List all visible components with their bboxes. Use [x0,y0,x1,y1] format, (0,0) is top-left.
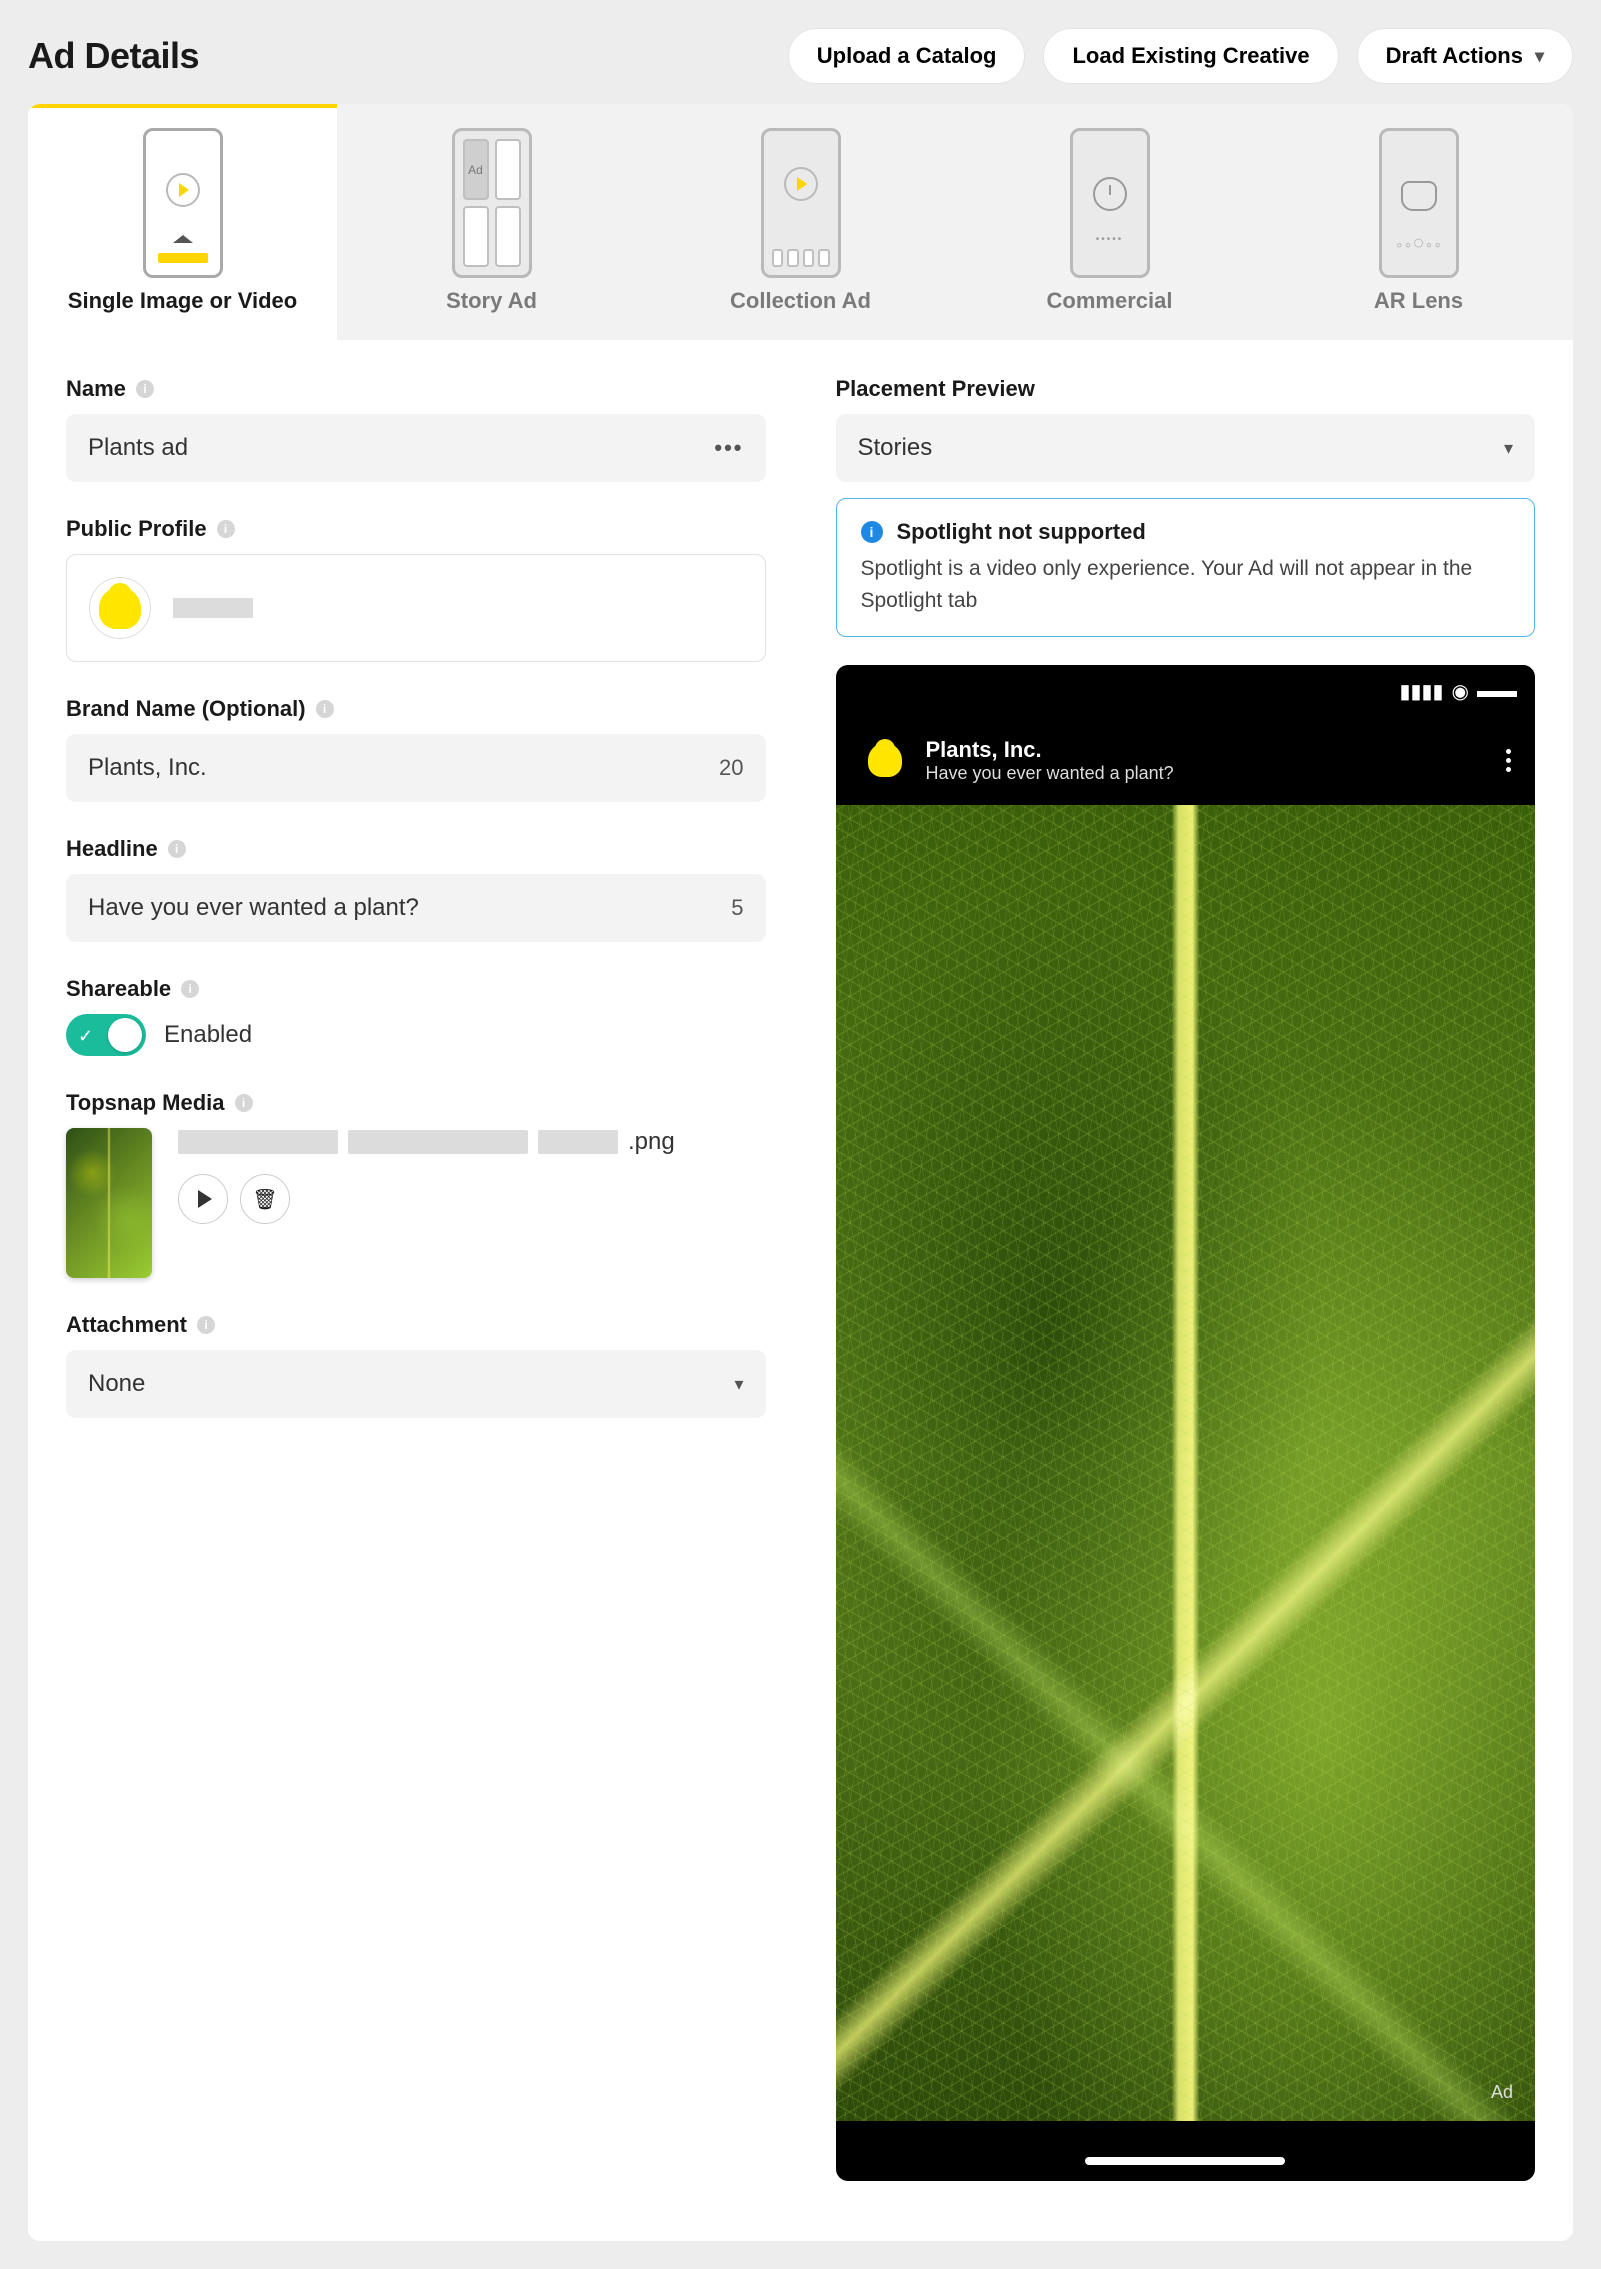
tab-commercial[interactable]: ••••• Commercial [955,104,1264,340]
info-icon[interactable]: i [316,700,334,718]
delete-media-button[interactable] [240,1174,290,1224]
attachment-value: None [88,1370,145,1398]
public-profile-label: Public Profile [66,516,207,542]
tab-label: Story Ad [347,288,636,314]
avatar [89,577,151,639]
attachment-select[interactable]: None ▾ [66,1350,766,1418]
draft-actions-label: Draft Actions [1386,43,1523,69]
media-thumbnail[interactable] [66,1128,152,1278]
preview-media [836,805,1536,2121]
name-value: Plants ad [88,434,188,462]
brand-name-value: Plants, Inc. [88,754,207,782]
info-icon[interactable]: i [235,1094,253,1112]
info-icon[interactable]: i [197,1316,215,1334]
shareable-toggle[interactable]: ✓ [66,1014,146,1056]
headline-label: Headline [66,836,158,862]
more-icon[interactable]: ••• [714,435,743,461]
ar-lens-icon: ◄ ► ∘∘○∘∘ [1379,128,1459,278]
preview-brand: Plants, Inc. [926,737,1491,763]
preview-avatar [860,735,910,785]
tab-label: AR Lens [1274,288,1563,314]
info-icon[interactable]: i [136,380,154,398]
upload-catalog-button[interactable]: Upload a Catalog [788,28,1026,84]
tab-label: Single Image or Video [38,288,327,314]
topsnap-media-label: Topsnap Media [66,1090,225,1116]
play-media-button[interactable] [178,1174,228,1224]
preview-more-icon [1506,745,1511,776]
chevron-down-icon: ▾ [734,1374,743,1395]
ad-details-panel: Single Image or Video Ad Story Ad Collec… [28,104,1573,2241]
wifi-icon: ◉ [1452,679,1469,704]
tab-collection-ad[interactable]: Collection Ad [646,104,955,340]
tab-single-image-video[interactable]: Single Image or Video [28,104,337,340]
draft-actions-button[interactable]: Draft Actions ▾ [1357,28,1573,84]
tab-story-ad[interactable]: Ad Story Ad [337,104,646,340]
tab-label: Collection Ad [656,288,945,314]
page-title: Ad Details [28,35,199,77]
check-icon: ✓ [78,1026,93,1047]
brand-name-label: Brand Name (Optional) [66,696,306,722]
placement-select[interactable]: Stories ▾ [836,414,1536,482]
load-existing-creative-button[interactable]: Load Existing Creative [1043,28,1338,84]
header-actions: Upload a Catalog Load Existing Creative … [788,28,1573,84]
name-label: Name [66,376,126,402]
story-ad-icon: Ad [452,128,532,278]
commercial-icon: ••••• [1070,128,1150,278]
brand-name-counter: 20 [719,755,743,781]
name-input[interactable]: Plants ad ••• [66,414,766,482]
headline-input[interactable]: Have you ever wanted a plant? 5 [66,874,766,942]
shareable-status: Enabled [164,1021,252,1049]
info-icon[interactable]: i [168,840,186,858]
headline-counter: 5 [731,895,743,921]
ad-badge: Ad [1491,2082,1513,2103]
preview-headline: Have you ever wanted a plant? [926,763,1491,784]
media-filename: .png [178,1128,766,1156]
signal-icon: ▮▮▮▮ [1400,679,1444,704]
chevron-down-icon: ▾ [1535,46,1544,67]
profile-name-redacted [173,598,253,618]
placement-value: Stories [858,434,933,462]
single-image-video-icon [143,128,223,278]
attachment-label: Attachment [66,1312,187,1338]
alert-title: Spotlight not supported [897,519,1146,545]
spotlight-alert: i Spotlight not supported Spotlight is a… [836,498,1536,637]
tab-ar-lens[interactable]: ◄ ► ∘∘○∘∘ AR Lens [1264,104,1573,340]
placement-preview-label: Placement Preview [836,376,1035,402]
status-bar: ▮▮▮▮ ◉ ▬▬ [1400,679,1517,704]
battery-icon: ▬▬ [1477,680,1517,703]
media-extension: .png [628,1128,675,1156]
tab-label: Commercial [965,288,1254,314]
alert-body: Spotlight is a video only experience. Yo… [861,553,1511,616]
public-profile-selector[interactable] [66,554,766,662]
home-indicator [1085,2157,1285,2165]
brand-name-input[interactable]: Plants, Inc. 20 [66,734,766,802]
info-icon[interactable]: i [217,520,235,538]
info-icon: i [861,521,883,543]
chevron-down-icon: ▾ [1504,438,1513,459]
shareable-label: Shareable [66,976,171,1002]
collection-ad-icon [761,128,841,278]
headline-value: Have you ever wanted a plant? [88,894,419,922]
ad-type-tabs: Single Image or Video Ad Story Ad Collec… [28,104,1573,340]
info-icon[interactable]: i [181,980,199,998]
phone-preview: ▮▮▮▮ ◉ ▬▬ Plants, Inc. Have you ever wan… [836,665,1536,2181]
